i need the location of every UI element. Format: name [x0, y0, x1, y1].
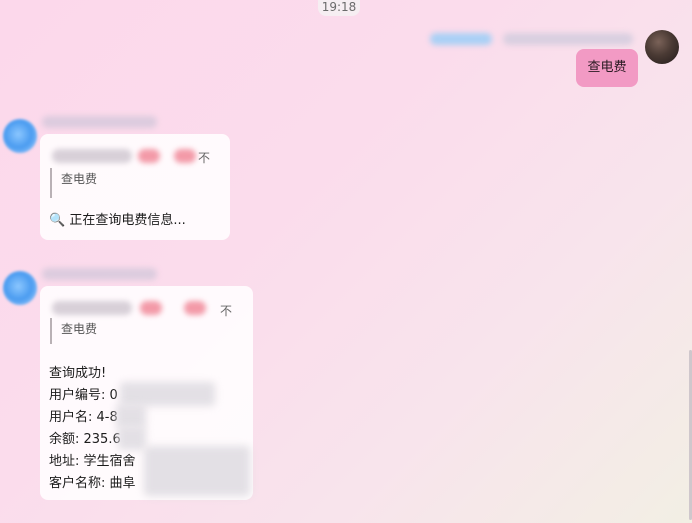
redaction-balance — [118, 426, 146, 450]
bot-sender-name-redacted-2 — [42, 268, 157, 280]
result-user-name: 用户名: 4-8 — [49, 410, 118, 425]
status-text: 正在查询电费信息... — [69, 213, 186, 228]
bot-avatar-2[interactable] — [3, 271, 37, 305]
quoted-message[interactable]: 查电费 — [50, 168, 97, 198]
result-success: 查询成功! — [49, 366, 107, 381]
bot-avatar[interactable] — [3, 119, 37, 153]
quoted-sender-redacted-2 — [52, 298, 212, 318]
pin-icon-2[interactable]: 不 — [220, 302, 232, 319]
outgoing-message-bubble[interactable]: 查电费 — [576, 49, 638, 87]
self-sender-name-redacted — [430, 30, 635, 46]
self-avatar[interactable] — [645, 30, 679, 64]
timestamp: 19:18 — [318, 0, 360, 16]
quoted-text-2: 查电费 — [61, 322, 98, 336]
result-address: 地址: 学生宿舍 — [49, 454, 136, 469]
redaction-user-id — [120, 382, 215, 406]
result-customer: 客户名称: 曲阜 — [49, 476, 136, 491]
pin-icon[interactable]: 不 — [198, 149, 210, 166]
result-user-id: 用户编号: 0 — [49, 388, 118, 403]
bot-sender-name-redacted — [42, 116, 157, 128]
status-line: 🔍 正在查询电费信息... — [49, 209, 186, 228]
result-balance: 余额: 235.6 — [49, 432, 121, 447]
message-bubble-2[interactable]: 不 查电费 查询成功! 用户编号: 0 用户名: 4-8 余额: 235.6 地… — [40, 286, 253, 500]
quoted-text: 查电费 — [61, 172, 98, 186]
redaction-address — [144, 446, 250, 496]
quoted-sender-redacted — [52, 146, 202, 166]
magnifier-icon: 🔍 — [49, 213, 66, 228]
quoted-message-2[interactable]: 查电费 — [50, 318, 97, 344]
message-bubble-1[interactable]: 不 查电费 🔍 正在查询电费信息... — [40, 134, 230, 240]
redaction-user-name — [116, 404, 146, 428]
